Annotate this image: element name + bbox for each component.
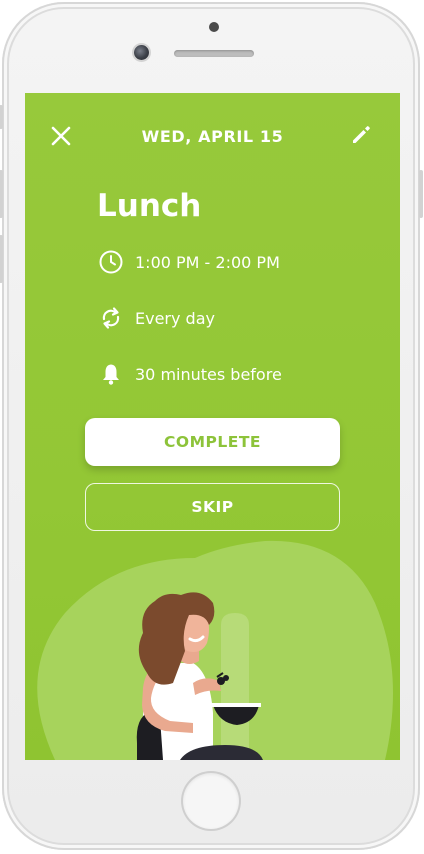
event-reminder: 30 minutes before <box>135 364 282 384</box>
pencil-icon[interactable] <box>350 124 372 146</box>
clock-icon <box>99 250 123 274</box>
date-title: WED, APRIL 15 <box>141 127 284 146</box>
mute-switch <box>0 105 3 129</box>
event-title: Lunch <box>97 188 202 224</box>
volume-up-button <box>0 170 3 218</box>
time-row: 1:00 PM - 2:00 PM <box>98 248 280 276</box>
bell-icon <box>103 364 119 385</box>
repeat-icon <box>102 307 120 329</box>
reminder-row: 30 minutes before <box>98 360 282 388</box>
home-button[interactable] <box>183 773 239 829</box>
front-camera <box>134 45 149 60</box>
close-icon[interactable] <box>50 125 72 147</box>
repeat-row: Every day <box>98 304 215 332</box>
volume-down-button <box>0 235 3 283</box>
complete-button[interactable]: COMPLETE <box>85 418 340 466</box>
power-button <box>419 170 423 218</box>
proximity-sensor <box>209 22 219 32</box>
woman-eating-illustration <box>37 540 393 760</box>
event-repeat: Every day <box>135 308 215 328</box>
app-screen: WED, APRIL 15 Lunch 1:00 PM - 2:00 PM Ev… <box>25 93 400 760</box>
skip-button[interactable]: SKIP <box>85 483 340 531</box>
earpiece-speaker <box>174 50 254 57</box>
event-time: 1:00 PM - 2:00 PM <box>135 252 280 272</box>
top-bar: WED, APRIL 15 <box>25 93 400 179</box>
